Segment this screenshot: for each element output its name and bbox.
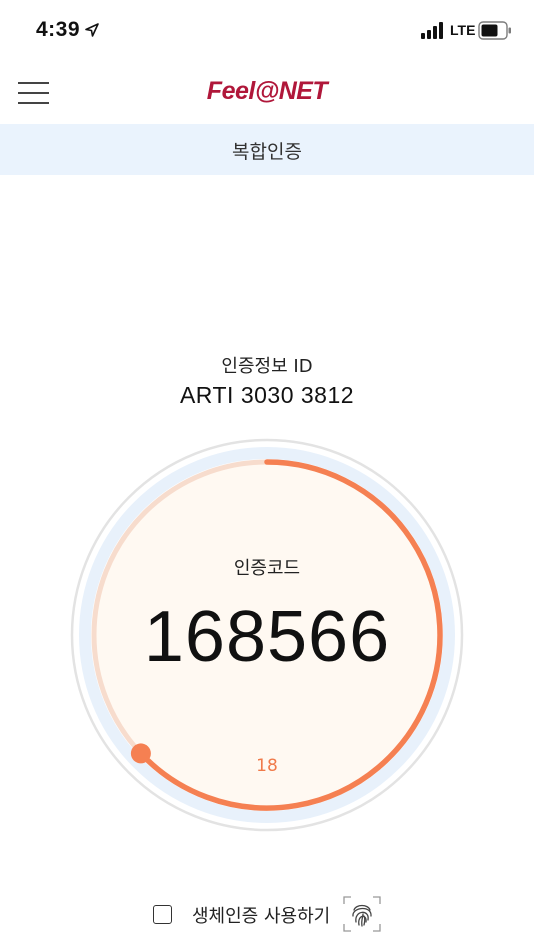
biometric-option[interactable]: 생체인증 사용하기: [0, 894, 534, 934]
page-title-bar: 복합인증: [0, 124, 534, 175]
auth-id-label: 인증정보 ID: [221, 356, 313, 377]
fingerprint-icon[interactable]: [343, 896, 381, 932]
auth-id-value: ARTI 3030 3812: [179, 382, 355, 408]
signal-bars-icon: [421, 22, 443, 39]
biometric-checkbox[interactable]: [153, 905, 172, 924]
auth-code-label: 인증코드: [233, 558, 301, 579]
auth-code-value: 168566: [143, 597, 391, 677]
status-bar: 4:39 LTE: [0, 0, 534, 62]
countdown-seconds: 18: [256, 756, 278, 776]
app-logo: Feel@NET: [206, 77, 328, 105]
otp-timer: 인증코드 168566 18: [66, 434, 468, 836]
status-time: 4:39: [36, 18, 81, 41]
app-header: Feel@NET: [0, 62, 534, 124]
biometric-label[interactable]: 생체인증 사용하기: [192, 902, 330, 928]
page-title: 복합인증: [232, 141, 302, 163]
network-type: LTE: [450, 22, 476, 38]
location-arrow-icon: [85, 23, 99, 37]
battery-icon: [478, 21, 511, 40]
